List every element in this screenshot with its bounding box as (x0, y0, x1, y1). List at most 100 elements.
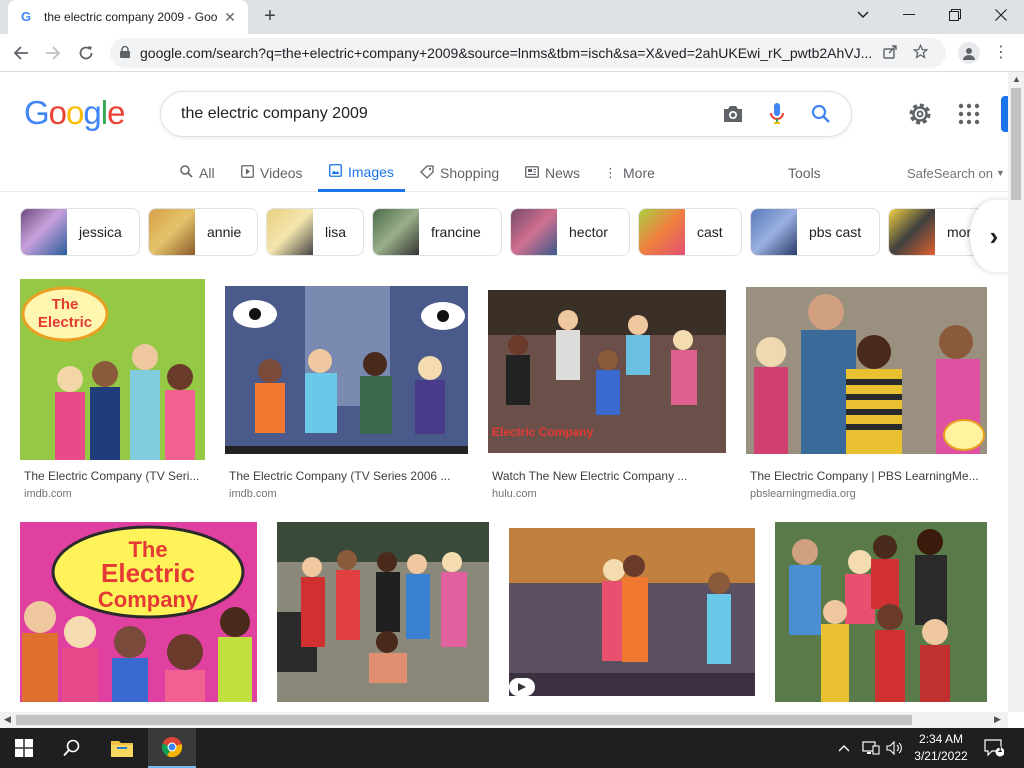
lock-icon[interactable] (110, 45, 140, 61)
vertical-scrollbar[interactable]: ▲ (1008, 72, 1024, 712)
new-tab-button[interactable]: + (258, 5, 282, 29)
tab-label: News (545, 165, 581, 181)
chip-francine[interactable]: francine (372, 208, 502, 256)
tab-label: All (199, 165, 215, 181)
tab-search-chevron-down-icon[interactable] (840, 0, 886, 30)
search-input[interactable]: the electric company 2009 (181, 105, 711, 123)
tools-button[interactable]: Tools (788, 154, 821, 192)
profile-avatar-icon[interactable] (958, 42, 980, 64)
result-title[interactable]: The Electric Company (TV Series 2006 ... (229, 469, 467, 483)
camera-icon[interactable] (711, 94, 755, 134)
reload-icon[interactable] (73, 40, 99, 66)
clock-date: 3/21/2022 (914, 749, 968, 763)
chip-jessica[interactable]: jessica (20, 208, 140, 256)
share-icon[interactable] (875, 44, 905, 62)
windows-start-icon[interactable] (0, 728, 48, 768)
result-thumbnail[interactable]: Electric Company (488, 290, 726, 453)
result-title[interactable]: Watch The New Electric Company ... (492, 469, 722, 483)
file-explorer-icon[interactable] (98, 728, 146, 768)
search-box[interactable]: the electric company 2009 (160, 91, 852, 137)
result-thumbnail[interactable] (277, 522, 489, 702)
chip-label: hector (569, 224, 608, 240)
chrome-taskbar-icon[interactable] (148, 728, 196, 768)
settings-gear-icon[interactable] (906, 100, 934, 128)
tab-all[interactable]: All (180, 154, 215, 192)
tab-title: the electric company 2009 - Goo (44, 10, 218, 24)
chip-thumbnail (373, 209, 419, 255)
google-apps-grid-icon[interactable] (958, 103, 980, 125)
tab-shopping[interactable]: Shopping (420, 154, 499, 192)
tab-images[interactable]: Images (318, 154, 405, 192)
browser-toolbar: google.com/search?q=the+electric+company… (0, 34, 1024, 72)
notification-center-icon[interactable]: 1 (984, 728, 1004, 768)
result-thumbnail[interactable] (746, 287, 987, 454)
chip-pbs-cast[interactable]: pbs cast (750, 208, 880, 256)
result-title[interactable]: The Electric Company | PBS LearningMe... (750, 469, 986, 483)
tab-label: Images (348, 163, 394, 180)
result-thumbnail[interactable] (509, 528, 755, 696)
chip-thumbnail (889, 209, 935, 255)
tab-videos[interactable]: Videos (241, 154, 303, 192)
taskbar-search-icon[interactable] (48, 728, 96, 768)
chip-label: francine (431, 224, 481, 240)
tab-more[interactable]: ⋮ More (604, 154, 655, 192)
chip-thumbnail (639, 209, 685, 255)
restore-button[interactable] (932, 0, 978, 30)
browser-menu-icon[interactable]: ⋮ (993, 42, 1009, 64)
chip-hector[interactable]: hector (510, 208, 630, 256)
result-source[interactable]: imdb.com (24, 488, 72, 500)
tab-news[interactable]: News (525, 154, 580, 192)
close-tab-icon[interactable]: ✕ (222, 9, 238, 26)
chip-label: lisa (325, 224, 347, 240)
svg-text:Electric: Electric (38, 314, 92, 331)
sign-in-button-edge[interactable] (1001, 96, 1008, 132)
scroll-left-icon[interactable]: ◀ (4, 714, 11, 725)
result-thumbnail[interactable] (775, 522, 987, 702)
result-source[interactable]: imdb.com (229, 488, 277, 500)
bookmark-star-icon[interactable] (905, 43, 935, 62)
url-text[interactable]: google.com/search?q=the+electric+company… (140, 45, 875, 61)
forward-arrow-icon[interactable] (40, 40, 66, 66)
chip-cast[interactable]: cast (638, 208, 742, 256)
chevron-right-icon[interactable]: › (970, 200, 1008, 272)
browser-tab[interactable]: G the electric company 2009 - Goo ✕ (8, 0, 248, 34)
taskbar-clock[interactable]: 2:34 AM 3/21/2022 (908, 731, 974, 765)
vertical-scroll-thumb[interactable] (1011, 88, 1021, 200)
result-thumbnail[interactable]: The Electric Company (20, 522, 257, 702)
close-window-button[interactable] (978, 0, 1024, 30)
result-thumbnail[interactable] (225, 286, 468, 454)
google-images-page: Google the electric company 2009 All Vid… (0, 72, 1008, 712)
result-thumbnail[interactable]: The Electric (20, 279, 205, 460)
network-icon[interactable] (862, 728, 880, 768)
result-title[interactable]: The Electric Company (TV Seri... (24, 469, 204, 483)
google-logo[interactable]: Google (24, 94, 125, 132)
chip-annie[interactable]: annie (148, 208, 258, 256)
tools-label: Tools (788, 165, 821, 181)
tag-icon (420, 164, 434, 182)
safesearch-label: SafeSearch on (907, 165, 994, 181)
result-source[interactable]: pbslearningmedia.org (750, 488, 856, 500)
show-hidden-icons-chevron-up-icon[interactable] (838, 728, 850, 768)
address-bar[interactable]: google.com/search?q=the+electric+company… (110, 38, 946, 68)
image-icon (329, 163, 342, 180)
search-icon[interactable] (799, 94, 843, 134)
chip-lisa[interactable]: lisa (266, 208, 364, 256)
horizontal-scroll-thumb[interactable] (16, 715, 912, 725)
microphone-icon[interactable] (755, 94, 799, 134)
chip-label: cast (697, 224, 723, 240)
back-arrow-icon[interactable] (8, 40, 34, 66)
horizontal-scrollbar[interactable]: ◀ ▶ (0, 712, 1008, 728)
logo-letter: o (66, 94, 84, 131)
image-overlay-text: Electric Company (492, 425, 594, 439)
volume-icon[interactable] (886, 728, 904, 768)
scroll-up-icon[interactable]: ▲ (1012, 74, 1021, 84)
logo-letter: G (24, 94, 50, 131)
tab-label: More (623, 165, 655, 181)
scroll-right-icon[interactable]: ▶ (994, 714, 1001, 725)
more-dots-icon: ⋮ (604, 165, 617, 180)
caret-down-icon: ▼ (996, 168, 1005, 178)
minimize-button[interactable] (886, 0, 932, 30)
safesearch-button[interactable]: SafeSearch on ▼ (907, 154, 1005, 192)
search-tabs: All Videos Images Shopping News ⋮ More T… (0, 154, 1008, 192)
result-source[interactable]: hulu.com (492, 488, 537, 500)
